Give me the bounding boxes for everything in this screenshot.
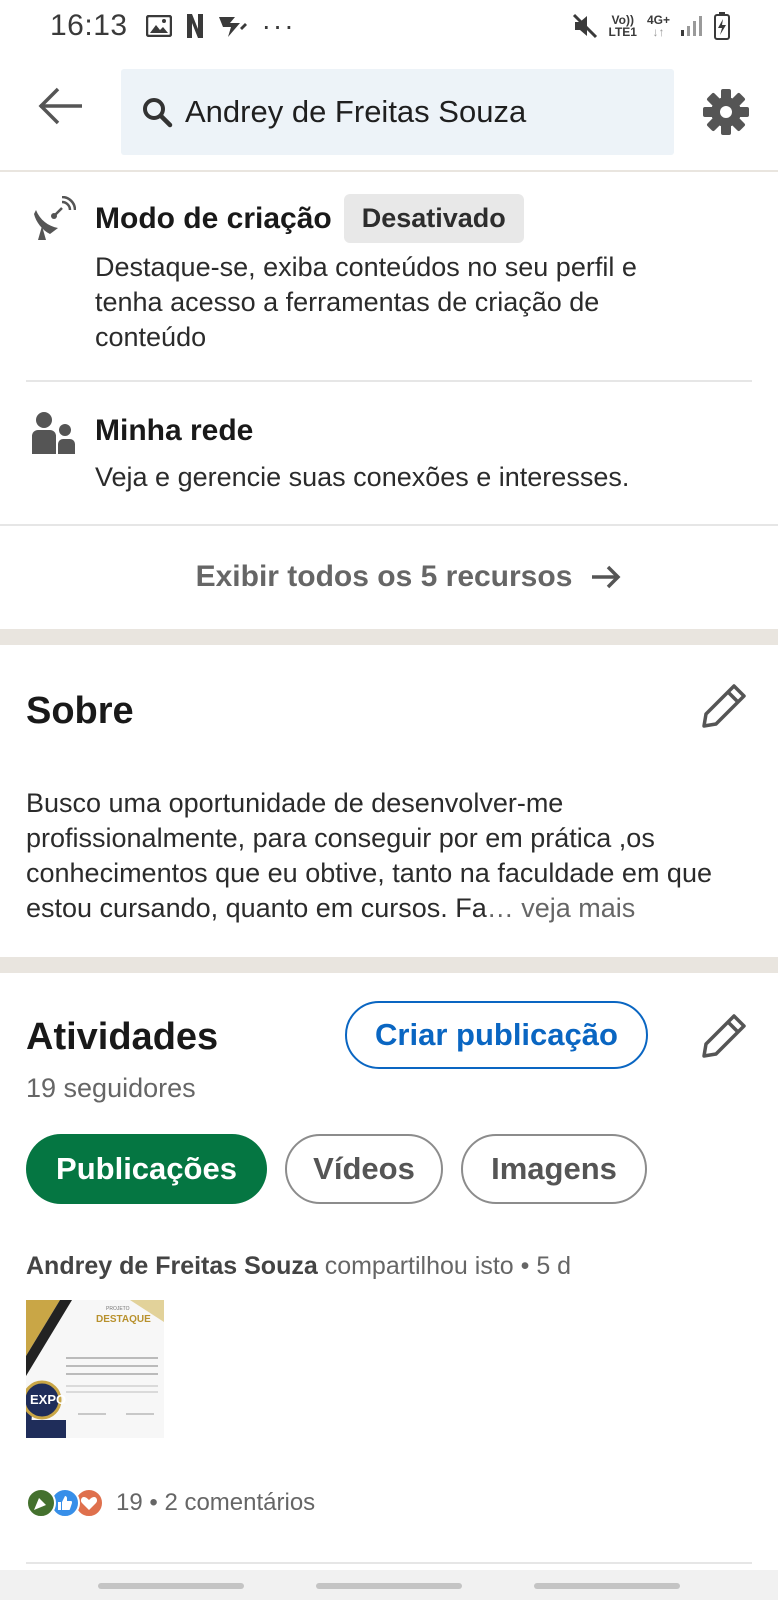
tab-images[interactable]: Imagens <box>461 1134 647 1204</box>
activities-title: Atividades <box>26 1016 219 1058</box>
thumb-heading: DESTAQUE <box>96 1314 151 1325</box>
mute-icon <box>572 13 597 39</box>
settings-button[interactable] <box>700 86 752 138</box>
arrow-right-icon <box>592 565 621 589</box>
show-all-resources-button[interactable]: Exibir todos os 5 recursos <box>0 524 778 628</box>
nav-recent-apps[interactable] <box>98 1583 244 1589</box>
resource-my-network[interactable]: Minha rede Veja e gerencie suas conexões… <box>0 390 778 522</box>
nav-back[interactable] <box>534 1583 680 1589</box>
reaction-stats: 19 • 2 comentários <box>116 1489 315 1517</box>
back-arrow-icon <box>38 87 82 125</box>
search-icon <box>143 98 173 128</box>
see-more-link[interactable]: veja mais <box>514 893 635 923</box>
pencil-icon <box>702 1014 746 1058</box>
status-left-icons: ··· <box>145 10 296 42</box>
resource-title: Modo de criação <box>95 201 332 235</box>
divider <box>26 1562 752 1564</box>
reactions-bar[interactable]: 19 • 2 comentários <box>26 1488 315 1518</box>
edit-activities-button[interactable] <box>700 1012 748 1060</box>
app-icon <box>218 17 247 37</box>
about-ellipsis: … <box>486 893 514 923</box>
signal-icon <box>681 16 702 36</box>
battery-icon <box>714 12 730 40</box>
celebrate-icon <box>26 1488 56 1518</box>
more-dots-icon: ··· <box>261 10 296 41</box>
network-type: 4G+ ↓↑ <box>646 13 670 39</box>
netflix-icon <box>186 14 203 38</box>
nav-home[interactable] <box>316 1583 462 1589</box>
tab-posts[interactable]: Publicações <box>26 1134 267 1204</box>
image-icon <box>145 15 172 37</box>
status-right-icons: Vo)) LTE1 4G+ ↓↑ <box>571 12 730 40</box>
gear-icon <box>703 89 749 135</box>
resource-title-row: Modo de criação Desativado <box>95 194 524 243</box>
people-icon <box>32 412 75 454</box>
post-thumbnail[interactable]: PROJETO DESTAQUE EXPO <box>26 1300 164 1438</box>
tab-videos[interactable]: Vídeos <box>285 1134 443 1204</box>
create-post-button[interactable]: Criar publicação <box>345 1001 648 1069</box>
resource-creator-mode[interactable]: Modo de criação Desativado Destaque-se, … <box>0 180 778 380</box>
reaction-count[interactable]: 19 <box>116 1489 143 1516</box>
resource-description: Veja e gerencie suas conexões e interess… <box>95 462 630 492</box>
edit-about-button[interactable] <box>700 682 748 730</box>
followers-count: 19 seguidores <box>26 1073 196 1103</box>
post-author[interactable]: Andrey de Freitas Souza <box>26 1252 318 1280</box>
show-all-label: Exibir todos os 5 recursos <box>195 560 573 593</box>
volte-icon: Vo)) LTE1 <box>608 13 637 39</box>
section-separator <box>0 957 778 973</box>
search-input[interactable]: Andrey de Freitas Souza <box>121 69 674 155</box>
comment-count[interactable]: • 2 comentários <box>143 1489 315 1516</box>
top-bar: Andrey de Freitas Souza <box>0 60 778 172</box>
resource-title: Minha rede <box>95 414 254 447</box>
back-button[interactable] <box>30 82 90 130</box>
search-query: Andrey de Freitas Souza <box>185 94 527 129</box>
status-badge: Desativado <box>343 194 524 243</box>
post-action: compartilhou isto • 5 d <box>317 1252 572 1280</box>
about-text: Busco uma oportunidade de desenvolver-me… <box>26 786 754 926</box>
resource-description: Destaque-se, exiba conteúdos no seu perf… <box>95 252 637 352</box>
resource-title-row: Minha rede <box>95 414 253 448</box>
section-separator <box>0 629 778 645</box>
post-header: Andrey de Freitas Souza compartilhou ist… <box>26 1252 571 1281</box>
about-title: Sobre <box>26 690 134 732</box>
broadcast-icon <box>34 196 76 240</box>
thumb-heading-small: PROJETO <box>106 1306 130 1312</box>
divider <box>26 380 752 382</box>
status-time: 16:13 <box>50 9 128 42</box>
system-nav-bar <box>0 1570 778 1600</box>
thumb-logo-text: EXPO <box>30 1392 67 1407</box>
pencil-icon <box>702 684 746 728</box>
status-bar: 16:13 ··· Vo)) LTE1 4G+ ↓↑ <box>0 0 778 52</box>
